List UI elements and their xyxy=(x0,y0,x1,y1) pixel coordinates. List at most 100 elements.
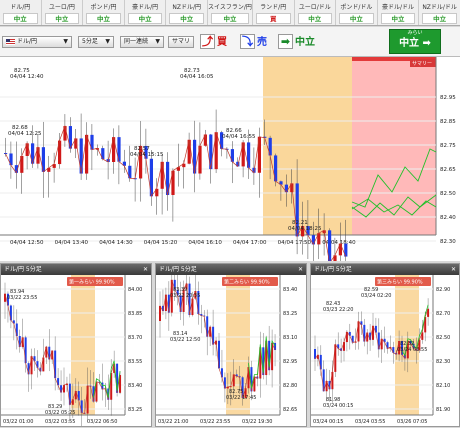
ticker-item[interactable]: ランド/円買 xyxy=(253,0,295,25)
timeframe-select[interactable]: 5分足 ▼ xyxy=(78,36,114,48)
mini-chart-panel-1: ドル/円 5分足 ✕ 第一みらい 99.90% 84.00 83.85 83.70 83.… xyxy=(0,263,152,428)
main-candlestick-chart[interactable]: サマリー 82.95 82.85 82.75 82.65 82.50 82.40 82.30 8… xyxy=(0,57,460,290)
time-tick-label: 03/22 23:55 xyxy=(200,419,230,425)
time-annotation: 04/04 18:25 xyxy=(288,226,322,232)
ticker-item[interactable]: NZドル/円中立 xyxy=(166,0,209,25)
candle xyxy=(314,349,316,359)
time-annotation: 03/22 23:55 xyxy=(7,295,37,301)
close-icon[interactable]: ✕ xyxy=(298,264,303,275)
price-tick-label: 82.50 xyxy=(440,191,456,197)
ticker-signal: 中立 xyxy=(3,13,38,24)
ticker-pair-name: ユーロ/ドル xyxy=(298,4,331,11)
ticker-item[interactable]: ドル/円中立 xyxy=(0,0,42,25)
mini-candlestick-chart[interactable]: 第一みらい 99.90% 84.00 83.85 83.70 83.55 83.40 83.… xyxy=(1,275,151,428)
ticker-pair-name: ドル/円 xyxy=(10,4,31,11)
time-annotation: 04/04 12:25 xyxy=(8,131,42,137)
price-tick-label: 83.70 xyxy=(128,335,142,341)
time-annotation: 04/04 16:05 xyxy=(180,74,214,80)
time-tick-label: 03/22 06:50 xyxy=(87,419,117,425)
time-tick-label: 04/04 17:50 xyxy=(278,240,312,246)
mini-chart-header: ドル/円 5分足 ✕ xyxy=(311,264,459,275)
price-tick-label: 82.65 xyxy=(283,407,297,413)
time-tick-label: 04/04 17:00 xyxy=(233,240,267,246)
ticker-signal: 中立 xyxy=(169,13,205,24)
forecast-main-label: 中立 ➡ xyxy=(399,38,431,49)
time-tick-label: 04/04 15:20 xyxy=(144,240,178,246)
continuity-select[interactable]: 同一連続 ▼ xyxy=(120,36,164,48)
ticker-pair-name: 豪ドル/ドル xyxy=(382,4,415,11)
us-flag-icon xyxy=(6,38,15,45)
ticker-signal: 中立 xyxy=(211,13,249,24)
right-arrow-icon: ➡ xyxy=(278,34,293,49)
summary-button[interactable]: サマリ xyxy=(168,36,194,48)
price-tick-label: 83.40 xyxy=(283,287,297,293)
time-tick-label: 03/22 03:55 xyxy=(45,419,75,425)
pair-select[interactable]: ドル/円 ▼ xyxy=(2,36,72,48)
time-tick-label: 03/22 21:00 xyxy=(158,419,188,425)
ticker-item[interactable]: スイスフラン/円 中立 xyxy=(208,0,253,25)
close-icon[interactable]: ✕ xyxy=(451,264,456,275)
price-tick-label: 82.10 xyxy=(436,383,450,389)
buy-signal-button[interactable]: ⤴ 買 xyxy=(200,34,236,50)
ticker-item[interactable]: ポンド/円 中立 xyxy=(83,0,125,25)
price-tick-label: 82.85 xyxy=(440,119,456,125)
price-tick-label: 83.10 xyxy=(283,335,297,341)
price-tick-label: 82.65 xyxy=(440,167,456,173)
sell-signal-button[interactable]: ⤵ 売 xyxy=(240,34,274,50)
up-arrow-icon: ⤴ xyxy=(200,34,215,49)
ticker-item[interactable]: 豪ドル/円 中立 xyxy=(125,0,167,25)
neutral-signal-button[interactable]: ➡ 中立 xyxy=(278,34,322,50)
chevron-down-icon: ▼ xyxy=(105,38,110,45)
mini-chart-panel-2: ドル/円 5分足 ✕ 第二みらい 99.90% 83.40 83.25 83.10 82.… xyxy=(155,263,307,427)
time-tick-label: 04/04 13:40 xyxy=(55,240,89,246)
close-icon[interactable]: ✕ xyxy=(143,264,148,275)
sell-label: 売 xyxy=(257,37,267,48)
time-annotation: 03/24 00:15 xyxy=(323,403,353,409)
mini-candlestick-chart[interactable]: 第三みらい 99.90% 82.90 82.70 82.50 82.30 82.10 81.… xyxy=(311,275,459,426)
price-tick-label: 82.40 xyxy=(440,215,456,221)
forecast-neutral-button[interactable]: みらい 中立 ➡ xyxy=(389,29,441,54)
price-tick-label: 82.95 xyxy=(440,95,456,101)
mini-chart-title: ドル/円 5分足 xyxy=(314,266,352,273)
time-annotation: 03/22 12:50 xyxy=(170,337,200,343)
ticker-signal: 中立 xyxy=(86,13,121,24)
pair-label: ドル/円 xyxy=(17,38,38,45)
neutral-label: 中立 xyxy=(295,37,315,48)
price-tick-label: 82.90 xyxy=(436,287,450,293)
price-tick-label: 82.75 xyxy=(440,143,456,149)
price-tick-label: 83.25 xyxy=(283,311,297,317)
mini-candlestick-chart[interactable]: 第二みらい 99.90% 83.40 83.25 83.10 82.95 82.80 82.… xyxy=(156,269,306,426)
price-tick-label: 82.70 xyxy=(436,311,450,317)
time-annotation: 03/22 05:25 xyxy=(45,410,75,416)
time-tick-label: 04/04 16:10 xyxy=(188,240,222,246)
probability-badge-label: 第三みらい 99.90% xyxy=(377,279,423,286)
moving-average-line xyxy=(4,293,121,414)
ticker-item[interactable]: ユーロ/円 中立 xyxy=(42,0,84,25)
continuity-label: 同一連続 xyxy=(124,38,149,45)
mini-chart-header: ドル/円 5分足 ✕ xyxy=(1,264,151,275)
price-tick-label: 82.30 xyxy=(436,359,450,365)
time-tick-label: 03/22 01:00 xyxy=(3,419,33,425)
mini-chart-panel-3: ドル/円 5分足 ✕ 第三みらい 99.90% 82.90 82.70 82.50 82.… xyxy=(310,263,460,427)
ticker-item[interactable]: ポンド/ドル中立 xyxy=(336,0,378,25)
chart-toolbar: ドル/円 ▼ 5分足 ▼ 同一連続 ▼ サマリ ⤴ 買 ⤵ 売 ➡ 中立 みらい 中立 ➡ xyxy=(0,27,460,57)
ticker-pair-name: ポンド/ドル xyxy=(340,4,373,11)
ticker-item[interactable]: 豪ドル/ドル 中立 xyxy=(378,0,420,25)
forecast-line xyxy=(248,336,276,389)
candle xyxy=(333,255,337,264)
ticker-item[interactable]: ユーロ/ドル 中立 xyxy=(295,0,337,25)
ticker-pair-name: ランド/円 xyxy=(260,4,287,11)
ticker-item[interactable]: NZドル/ドル 中立 xyxy=(419,0,460,25)
chevron-down-icon: ▼ xyxy=(63,38,68,45)
price-tick-label: 82.95 xyxy=(283,359,297,365)
price-tick-label: 83.55 xyxy=(128,359,142,365)
summary-tag-label: サマリー xyxy=(412,61,432,67)
ticker-pair-name: NZドル/円 xyxy=(172,4,202,11)
timeframe-label: 5分足 xyxy=(82,38,98,45)
time-annotation: 04/04 12:40 xyxy=(10,74,44,80)
forecast-sub-label: みらい xyxy=(407,30,423,36)
ticker-signal: 中立 xyxy=(422,13,457,24)
ticker-signal: 中立 xyxy=(44,13,80,24)
ticker-signal: 中立 xyxy=(339,13,374,24)
summary-label: サマリ xyxy=(172,38,191,45)
